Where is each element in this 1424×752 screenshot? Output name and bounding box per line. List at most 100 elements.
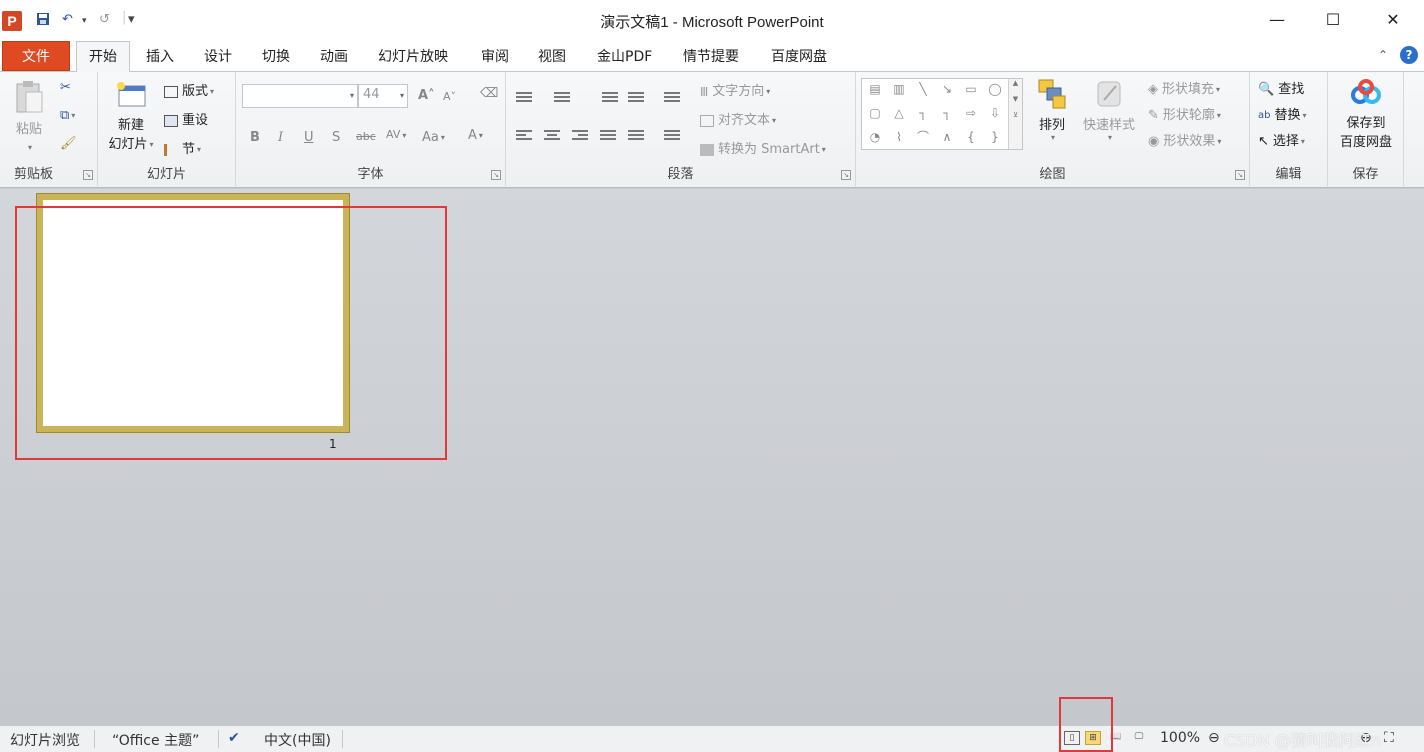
- copy-icon[interactable]: ⧉ ▾: [60, 108, 75, 123]
- maximize-button[interactable]: ☐: [1310, 6, 1356, 34]
- tab-kingsoft-pdf[interactable]: 金山PDF: [597, 46, 652, 66]
- justify-icon[interactable]: [600, 130, 616, 144]
- increase-indent-icon[interactable]: [628, 92, 644, 106]
- tab-slideshow[interactable]: 幻灯片放映: [378, 46, 448, 66]
- convert-smartart-button[interactable]: 转换为 SmartArt ▾: [700, 138, 826, 157]
- line-spacing-icon[interactable]: [664, 92, 680, 106]
- vertical-textbox-shape-icon[interactable]: ▥: [890, 81, 908, 97]
- status-language[interactable]: 中文(中国): [264, 730, 331, 750]
- cut-icon[interactable]: ✂: [60, 80, 71, 95]
- rectangle-shape-icon[interactable]: ▭: [962, 81, 980, 97]
- underline-button[interactable]: U: [304, 130, 314, 145]
- select-button[interactable]: ↖ 选择 ▾: [1258, 130, 1305, 149]
- right-brace-shape-icon[interactable]: }: [986, 129, 1004, 145]
- status-separator: [94, 730, 95, 748]
- reset-button[interactable]: 重设: [164, 109, 208, 128]
- arrange-dropdown-icon: ▾: [1050, 133, 1055, 142]
- font-color-button[interactable]: A ▾: [468, 128, 483, 143]
- align-left-icon[interactable]: [516, 130, 532, 144]
- tab-insert[interactable]: 插入: [146, 46, 174, 66]
- strikethrough-button[interactable]: abc: [356, 130, 376, 143]
- align-center-icon[interactable]: [544, 130, 560, 144]
- tab-storyboard[interactable]: 情节提要: [683, 46, 739, 66]
- rounded-rect-shape-icon[interactable]: ▢: [866, 105, 884, 121]
- shape-fill-button[interactable]: ◈ 形状填充 ▾: [1148, 78, 1220, 97]
- zoom-level[interactable]: 100%: [1160, 730, 1200, 746]
- format-painter-icon[interactable]: 🖌: [60, 136, 77, 151]
- status-view-name: 幻灯片浏览: [10, 733, 80, 749]
- tab-view[interactable]: 视图: [538, 46, 566, 66]
- ribbon: 粘贴 ▾ ✂ ⧉ ▾ 🖌 剪贴板 ↘ 新建 幻灯片 ▾ 版式 ▾ 重设 节 ▾ 幻灯片 …: [0, 72, 1424, 188]
- bold-button[interactable]: B: [250, 130, 260, 145]
- paste-button[interactable]: 粘贴 ▾: [10, 80, 48, 152]
- font-name-combo[interactable]: ▾: [242, 84, 358, 108]
- line-shape-icon[interactable]: ╲: [914, 81, 932, 97]
- arrange-button[interactable]: 排列 ▾: [1032, 78, 1072, 142]
- zoom-out-icon[interactable]: ⊖: [1208, 730, 1220, 746]
- minimize-ribbon-icon[interactable]: ⌃: [1378, 48, 1388, 62]
- tab-review[interactable]: 审阅: [481, 46, 509, 66]
- align-text-button[interactable]: 对齐文本 ▾: [700, 109, 776, 128]
- curve-shape-icon[interactable]: ∧: [938, 129, 956, 145]
- spellcheck-icon[interactable]: ✔: [228, 730, 240, 746]
- columns-icon[interactable]: [664, 130, 680, 144]
- clipboard-launcher-icon[interactable]: ↘: [83, 170, 93, 180]
- tab-baidu-netdisk[interactable]: 百度网盘: [771, 46, 827, 66]
- font-launcher-icon[interactable]: ↘: [491, 170, 501, 180]
- tab-transitions[interactable]: 切换: [262, 46, 290, 66]
- numbering-icon[interactable]: [554, 92, 570, 106]
- help-icon[interactable]: ?: [1400, 46, 1418, 64]
- right-arrow-shape-icon[interactable]: ⇨: [962, 105, 980, 121]
- triangle-shape-icon[interactable]: △: [890, 105, 908, 121]
- replace-button[interactable]: ab 替换 ▾: [1258, 104, 1307, 123]
- tab-animations[interactable]: 动画: [320, 46, 348, 66]
- shape-outline-button[interactable]: ✎ 形状轮廓 ▾: [1148, 104, 1221, 123]
- quick-styles-button[interactable]: 快速样式 ▾: [1078, 78, 1140, 142]
- arc-shape-icon[interactable]: ⌒: [914, 129, 932, 145]
- layout-button[interactable]: 版式 ▾: [164, 80, 214, 99]
- shapes-gallery[interactable]: ▤ ▥ ╲ ↘ ▭ ◯ ▢ △ ┐ ┐ ⇨ ⇩ ◔ ⌇ ⌒ ∧ { } ▲ ▼ ⊻: [861, 78, 1023, 150]
- close-button[interactable]: ✕: [1370, 6, 1416, 34]
- oval-shape-icon[interactable]: ◯: [986, 81, 1004, 97]
- new-slide-button[interactable]: 新建 幻灯片 ▾: [102, 80, 160, 152]
- paragraph-launcher-icon[interactable]: ↘: [841, 170, 851, 180]
- tab-design[interactable]: 设计: [204, 46, 232, 66]
- font-size-combo[interactable]: 44 ▾: [358, 84, 408, 108]
- change-case-button[interactable]: Aa ▾: [422, 130, 445, 145]
- italic-button[interactable]: I: [278, 130, 283, 145]
- elbow-connector-shape-icon[interactable]: ┐: [914, 105, 932, 121]
- textbox-shape-icon[interactable]: ▤: [866, 81, 884, 97]
- bullets-icon[interactable]: [516, 92, 532, 106]
- csdn-watermark: CSDN @猜叫我阿红n: [1224, 731, 1381, 750]
- clear-format-icon[interactable]: ⌫: [480, 86, 498, 101]
- minimize-button[interactable]: —: [1254, 6, 1300, 34]
- drawing-launcher-icon[interactable]: ↘: [1235, 170, 1245, 180]
- shadow-button[interactable]: S: [332, 130, 340, 145]
- align-right-icon[interactable]: [572, 130, 588, 144]
- char-spacing-button[interactable]: AV ▾: [386, 128, 406, 141]
- freeform-shape-icon[interactable]: ⌇: [890, 129, 908, 145]
- arrow-line-shape-icon[interactable]: ↘: [938, 81, 956, 97]
- elbow-arrow-shape-icon[interactable]: ┐: [938, 105, 956, 121]
- tab-home[interactable]: 开始: [76, 41, 130, 73]
- tab-file[interactable]: 文件: [2, 41, 70, 71]
- find-button[interactable]: 🔍 查找: [1258, 78, 1304, 97]
- shapes-gallery-scroll[interactable]: ▲ ▼ ⊻: [1008, 79, 1022, 149]
- shape-effects-button[interactable]: ◉ 形状效果 ▾: [1148, 130, 1221, 149]
- new-slide-label-1: 新建: [117, 118, 144, 133]
- text-direction-button[interactable]: Ⅲ 文字方向 ▾: [700, 80, 770, 99]
- left-brace-shape-icon[interactable]: {: [962, 129, 980, 145]
- grow-font-icon[interactable]: A˄: [418, 88, 435, 103]
- callout-shape-icon[interactable]: ◔: [866, 129, 884, 145]
- down-arrow-shape-icon[interactable]: ⇩: [986, 105, 1004, 121]
- slides-group-label: 幻灯片: [146, 167, 186, 182]
- shrink-font-icon[interactable]: A˅: [443, 90, 456, 103]
- drawing-group-label: 绘图: [1039, 167, 1066, 182]
- section-button[interactable]: 节 ▾: [164, 138, 201, 157]
- save-to-baidu-button[interactable]: 保存到 百度网盘: [1332, 78, 1400, 150]
- slideshow-view-icon[interactable]: 🖵: [1131, 731, 1147, 745]
- distributed-icon[interactable]: [628, 130, 644, 144]
- decrease-indent-icon[interactable]: [602, 92, 618, 106]
- status-theme[interactable]: “Office 主题”: [112, 730, 199, 750]
- fit-to-window-icon[interactable]: ⛶: [1384, 730, 1394, 746]
